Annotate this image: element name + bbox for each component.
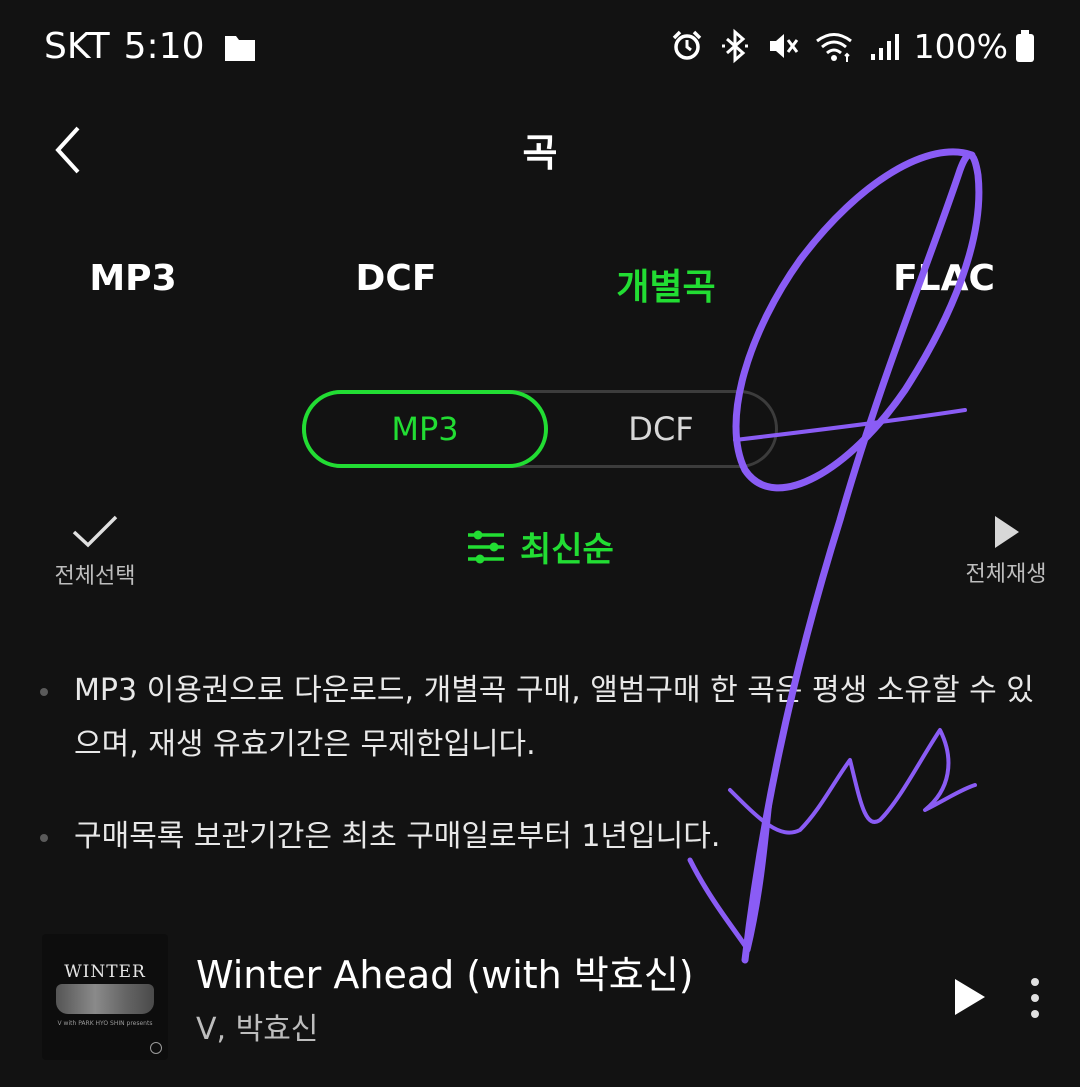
header: 곡 <box>0 96 1080 206</box>
tab-flac[interactable]: FLAC <box>824 258 1064 299</box>
song-list-item[interactable]: WINTER AHEAD V with PARK HYO SHIN presen… <box>0 932 1080 1060</box>
album-art-credit: V with PARK HYO SHIN presents <box>57 1020 153 1027</box>
status-left: SKT 5:10 <box>44 26 257 67</box>
battery-icon <box>1016 30 1034 62</box>
play-all-label: 전체재생 <box>965 562 1047 587</box>
album-art: WINTER AHEAD V with PARK HYO SHIN presen… <box>42 934 168 1060</box>
mute-icon <box>769 34 798 58</box>
tab-single-song[interactable]: 개별곡 <box>546 258 786 310</box>
sliders-icon <box>468 530 504 563</box>
notice-item: MP3 이용권으로 다운로드, 개별곡 구매, 앨범구매 한 곡은 평생 소유할… <box>0 664 1080 772</box>
song-artist: V, 박효신 <box>196 1012 319 1047</box>
segment-mp3-button[interactable]: MP3 <box>302 390 548 468</box>
tab-dcf[interactable]: DCF <box>276 258 516 299</box>
song-play-button[interactable] <box>950 976 988 1018</box>
wifi-icon <box>815 33 852 62</box>
select-all-button[interactable]: 전체선택 <box>40 512 150 590</box>
song-title: Winter Ahead (with 박효신) <box>196 953 694 997</box>
status-bar: SKT 5:10 100% <box>0 0 1080 96</box>
play-icon <box>995 516 1019 548</box>
signal-icon <box>870 34 899 60</box>
notice-list: MP3 이용권으로 다운로드, 개별곡 구매, 앨범구매 한 곡은 평생 소유할… <box>0 664 1080 902</box>
status-right: 100% <box>656 26 1036 66</box>
bluetooth-icon <box>721 28 748 64</box>
more-options-icon[interactable] <box>1020 976 1050 1020</box>
bullet-dot <box>40 688 48 696</box>
format-segment-toggle: DCF MP3 <box>302 390 778 468</box>
album-art-mark <box>150 1042 162 1054</box>
notice-text: 구매목록 보관기간은 최초 구매일로부터 1년입니다. <box>74 819 721 854</box>
alarm-icon <box>672 30 701 60</box>
play-all-button[interactable]: 전체재생 <box>956 514 1056 588</box>
folder-icon <box>224 35 255 61</box>
battery-percent: 100% <box>913 26 1008 66</box>
page-title: 곡 <box>522 131 558 175</box>
format-tabs: MP3 DCF 개별곡 FLAC <box>0 258 1080 318</box>
checkmark-icon <box>72 515 118 548</box>
tab-mp3[interactable]: MP3 <box>13 258 253 299</box>
notice-text: MP3 이용권으로 다운로드, 개별곡 구매, 앨범구매 한 곡은 평생 소유할… <box>74 673 1034 762</box>
clock: 5:10 <box>123 26 205 67</box>
bullet-dot <box>40 834 48 842</box>
notice-item: 구매목록 보관기간은 최초 구매일로부터 1년입니다. <box>0 810 1080 864</box>
select-all-label: 전체선택 <box>54 564 136 589</box>
sort-button[interactable]: 최신순 <box>466 522 614 571</box>
carrier-label: SKT <box>44 26 110 67</box>
segment-dcf-button[interactable]: DCF <box>541 390 781 468</box>
sort-label: 최신순 <box>520 530 614 570</box>
album-art-photo <box>56 984 154 1014</box>
